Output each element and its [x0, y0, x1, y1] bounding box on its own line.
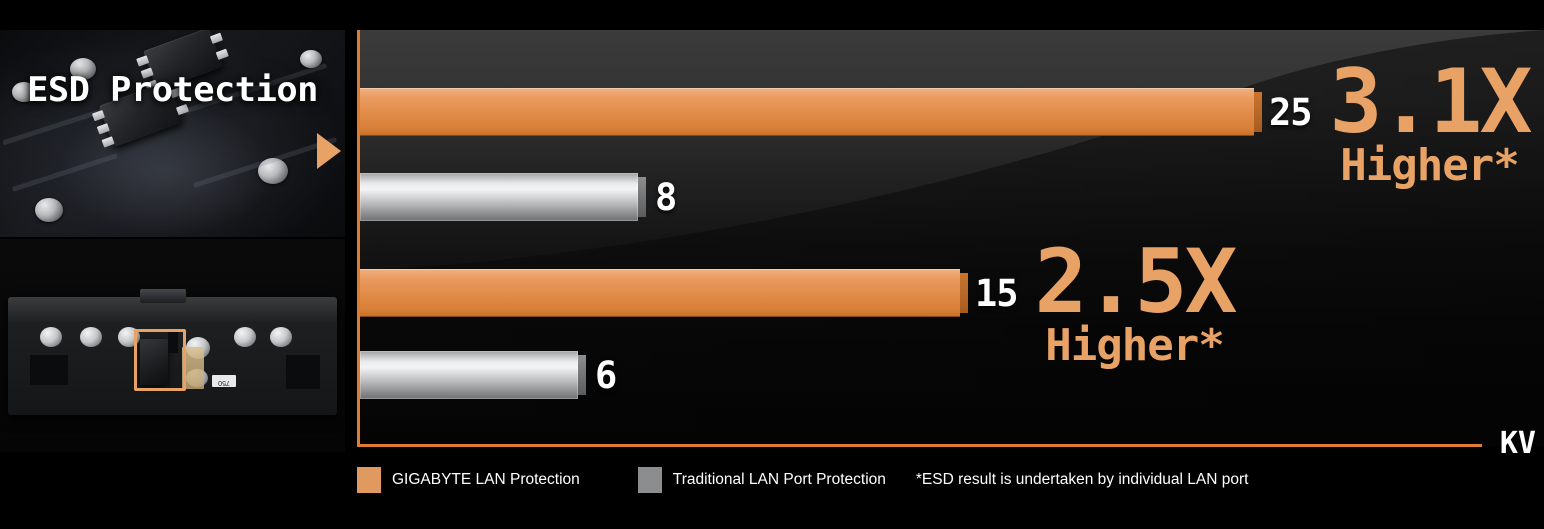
- smd-resistor-label: 750: [212, 375, 236, 387]
- chart-x-axis: [357, 444, 1482, 447]
- infographic-root: ESD Protection 750 25 8 3.1X Higher* 15 …: [0, 0, 1544, 529]
- callout-surge-suffix: Higher*: [1045, 319, 1224, 371]
- chart-axis-unit-label: KV: [1499, 426, 1536, 461]
- chart-y-axis: [357, 30, 360, 447]
- triangle-right-icon: [317, 133, 341, 169]
- callout-esd: 3.1X Higher*: [1322, 50, 1537, 191]
- legend-label-traditional: Traditional LAN Port Protection: [672, 471, 886, 488]
- callout-esd-multiplier: 3.1X: [1329, 50, 1533, 153]
- callout-surge-multiplier: 2.5X: [1034, 230, 1238, 333]
- bar-surge-gigabyte: [360, 269, 968, 317]
- bar-value-esd-traditional: 8: [655, 176, 677, 219]
- legend-swatch-traditional: [637, 467, 662, 493]
- bar-esd-traditional: [360, 173, 646, 221]
- callout-surge: 2.5X Higher*: [1027, 230, 1242, 371]
- surge-pcb-photo: 750: [0, 239, 345, 452]
- left-image-panels: ESD Protection 750: [0, 0, 345, 529]
- callout-esd-suffix: Higher*: [1340, 139, 1519, 191]
- bar-chart: 25 8 3.1X Higher* 15 6 2.5X Higher* KV: [357, 30, 1544, 461]
- bar-esd-gigabyte: [360, 88, 1262, 136]
- legend-swatch-gigabyte: [357, 467, 381, 493]
- legend-footnote: *ESD result is undertaken by individual …: [915, 471, 1249, 488]
- esd-chip-photo: [0, 30, 345, 237]
- chart-legend: GIGABYTE LAN Protection Traditional LAN …: [357, 465, 1248, 495]
- panel-esd-title: ESD Protection: [27, 70, 318, 110]
- highlight-box: [134, 329, 186, 391]
- legend-item-gigabyte: GIGABYTE LAN Protection: [357, 467, 580, 493]
- bar-value-surge-traditional: 6: [595, 354, 617, 397]
- pcb-board: 750: [22, 313, 322, 399]
- bar-value-esd-gigabyte: 25: [1269, 91, 1313, 134]
- legend-label-gigabyte: GIGABYTE LAN Protection: [392, 471, 580, 488]
- panel-surge-protection: 750 Surge Protection (Line to Ground): [0, 239, 345, 452]
- panel-esd-protection: ESD Protection: [0, 30, 345, 237]
- legend-item-traditional: Traditional LAN Port Protection: [637, 467, 886, 493]
- bar-surge-traditional: [360, 351, 586, 399]
- bar-value-surge-gigabyte: 15: [975, 272, 1019, 315]
